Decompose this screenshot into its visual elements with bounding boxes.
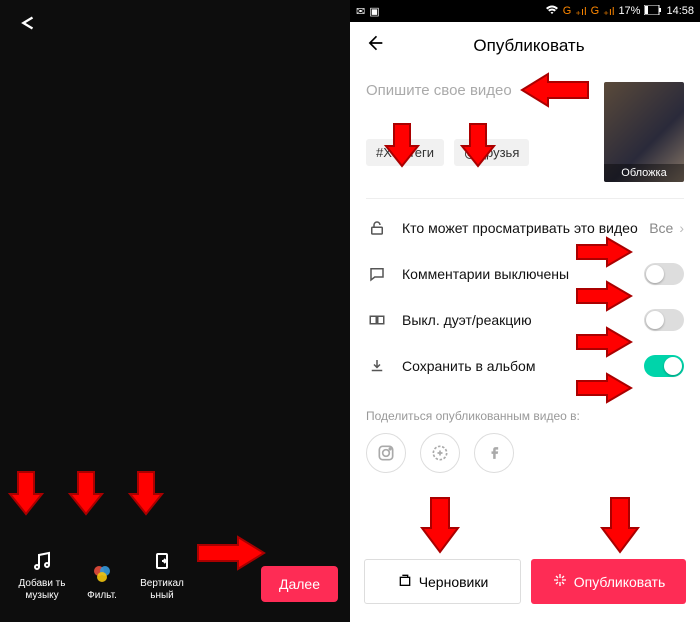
tool-label: Вертикал ьный: [132, 578, 192, 602]
mail-icon: ✉: [356, 5, 365, 18]
signal-bars-2: ₊ıl: [603, 5, 614, 18]
divider: [366, 198, 684, 199]
save-label: Сохранить в альбом: [402, 358, 644, 375]
friends-chip[interactable]: @Друзья: [454, 139, 529, 166]
comment-icon: [366, 263, 388, 285]
privacy-label: Кто может просматривать это видео: [402, 220, 649, 237]
back-icon[interactable]: [16, 14, 38, 39]
download-icon: [366, 355, 388, 377]
drafts-button[interactable]: Черновики: [364, 559, 521, 604]
facebook-share[interactable]: [474, 433, 514, 473]
hashtag-chip[interactable]: #Хэштеги: [366, 139, 444, 166]
clock: 14:58: [666, 5, 694, 17]
battery-pct: 17%: [618, 5, 640, 17]
duet-icon: [366, 309, 388, 331]
status-bar: ✉ ▣ G ₊ıl G ₊ıl 17% 14:58: [350, 0, 700, 22]
battery-icon: [644, 5, 662, 18]
cover-label: Обложка: [604, 164, 684, 182]
share-label: Поделиться опубликованным видео в:: [350, 389, 700, 433]
filter-button[interactable]: Фильт.: [72, 560, 132, 602]
cover-thumbnail[interactable]: Обложка: [604, 82, 684, 182]
instagram-share[interactable]: [366, 433, 406, 473]
publish-icon: [552, 572, 568, 591]
drafts-label: Черновики: [419, 574, 489, 590]
lock-icon: [366, 217, 388, 239]
publish-screen: ✉ ▣ G ₊ıl G ₊ıl 17% 14:58 Опубликовать О…: [350, 0, 700, 622]
tool-label: Добави ть музыку: [12, 578, 72, 602]
image-icon: ▣: [369, 5, 379, 18]
wifi-icon: [545, 4, 559, 18]
publish-label: Опубликовать: [574, 574, 666, 590]
duet-row[interactable]: Выкл. дуэт/реакцию: [366, 297, 684, 343]
tool-label: Фильт.: [87, 590, 117, 602]
comments-toggle[interactable]: [644, 263, 684, 285]
drafts-icon: [397, 572, 413, 591]
comments-row[interactable]: Комментарии выключены: [366, 251, 684, 297]
page-title: Опубликовать: [392, 36, 666, 56]
save-toggle[interactable]: [644, 355, 684, 377]
vertical-button[interactable]: Вертикал ьный: [132, 548, 192, 602]
next-button[interactable]: Далее: [261, 566, 338, 602]
back-arrow-icon[interactable]: [364, 33, 384, 59]
duet-toggle[interactable]: [644, 309, 684, 331]
description-input[interactable]: Опишите свое видео: [366, 82, 604, 99]
comments-label: Комментарии выключены: [402, 266, 644, 283]
add-music-button[interactable]: Добави ть музыку: [12, 548, 72, 602]
filter-icon: [89, 560, 115, 586]
signal-2: G: [591, 5, 600, 17]
privacy-row[interactable]: Кто может просматривать это видео Все ›: [366, 205, 684, 251]
signal-1: G: [563, 5, 572, 17]
privacy-value: Все: [649, 220, 673, 236]
chevron-right-icon: ›: [679, 220, 684, 236]
video-editor-screen: Добави ть музыку Фильт. Вертикал ьный Да…: [0, 0, 350, 622]
music-icon: [29, 548, 55, 574]
signal-bars-1: ₊ıl: [575, 5, 586, 18]
duet-label: Выкл. дуэт/реакцию: [402, 312, 644, 329]
rotate-icon: [149, 548, 175, 574]
stories-share[interactable]: [420, 433, 460, 473]
save-row[interactable]: Сохранить в альбом: [366, 343, 684, 389]
publish-button[interactable]: Опубликовать: [531, 559, 686, 604]
